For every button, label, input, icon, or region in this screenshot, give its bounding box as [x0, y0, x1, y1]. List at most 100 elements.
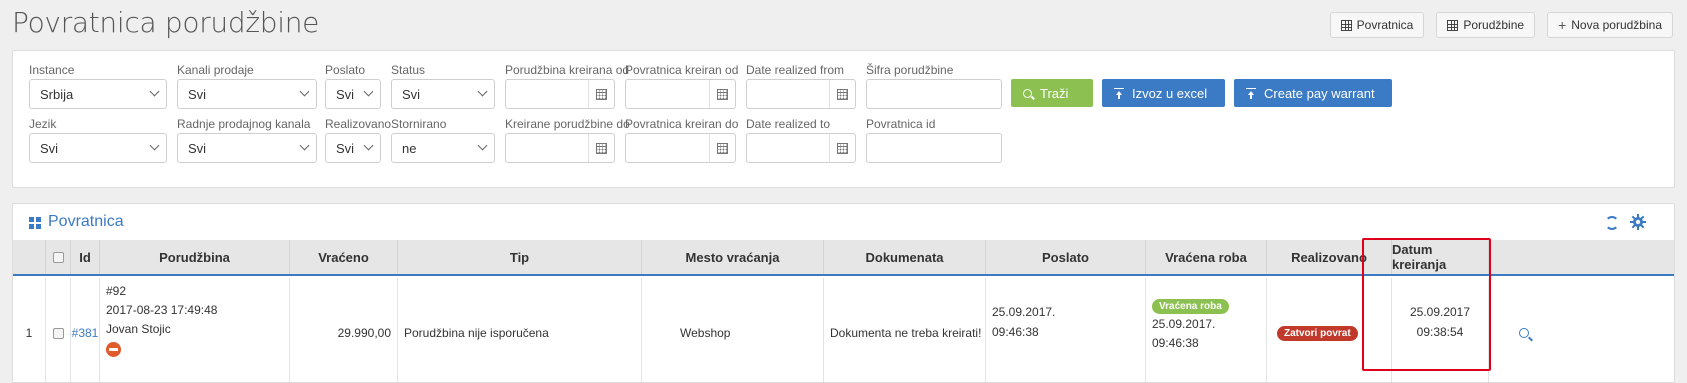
chevron-down-icon [363, 86, 374, 97]
porudzbine-button-label: Porudžbine [1463, 18, 1525, 32]
stornirano-label: Stornirano [391, 117, 447, 131]
izvoz-excel-button[interactable]: Izvoz u excel [1102, 79, 1225, 107]
sifra-porudzbine-input[interactable] [866, 79, 1002, 109]
povratnica-kreiran-od-input[interactable] [625, 79, 736, 109]
realizovano-select[interactable]: Svi [325, 133, 381, 163]
jezik-value: Svi [40, 140, 59, 156]
select-all-checkbox[interactable] [52, 251, 64, 263]
status-value: Svi [402, 86, 421, 102]
instance-select[interactable]: Srbija [29, 79, 167, 109]
stornirano-select[interactable]: ne [391, 133, 495, 163]
row-mesto: Webshop [642, 278, 824, 382]
chevron-down-icon [149, 86, 160, 97]
calendar-icon[interactable] [709, 80, 735, 108]
instance-label: Instance [29, 63, 75, 77]
header-datum-kreiranja[interactable]: Datum kreiranja [1392, 240, 1489, 274]
jezik-label: Jezik [29, 117, 57, 131]
povratnica-id-label: Povratnica id [866, 117, 936, 131]
order-number: #92 [106, 284, 127, 298]
calendar-icon[interactable] [829, 80, 855, 108]
header-mesto[interactable]: Mesto vraćanja [642, 240, 824, 274]
povratnica-kreiran-od-label: Povratnica kreiran od [625, 63, 739, 77]
row-num: 1 [13, 278, 46, 382]
row-checkbox[interactable] [52, 327, 64, 339]
povratnica-table-panel: Povratnica Id Porudžbina Vraćeno Tip Mes… [12, 203, 1675, 383]
calendar-icon[interactable] [829, 134, 855, 162]
sifra-porudzbine-label: Šifra porudžbine [866, 63, 954, 77]
trazi-button[interactable]: Traži [1011, 79, 1093, 107]
row-actions-cell [1489, 278, 1674, 382]
header-vraceno[interactable]: Vraćeno [290, 240, 398, 274]
refresh-icon[interactable] [1605, 216, 1619, 230]
chevron-down-icon [149, 140, 160, 151]
header-id[interactable]: Id [71, 240, 100, 274]
poslato-date: 25.09.2017. [992, 305, 1056, 319]
nova-porudzbina-button[interactable]: + Nova porudžbina [1547, 12, 1673, 38]
table-header: Id Porudžbina Vraćeno Tip Mesto vraćanja… [13, 240, 1674, 276]
realizovano-label: Realizovano [325, 117, 392, 131]
chevron-down-icon [477, 140, 488, 151]
header-porudzbina[interactable]: Porudžbina [100, 240, 290, 274]
row-porudzbina-cell: #92 2017-08-23 17:49:48 Jovan Stojic [100, 278, 290, 382]
vracena-time: 09:46:38 [1152, 336, 1199, 350]
search-icon [1023, 88, 1032, 98]
page-title: Povratnica porudžbine [12, 6, 320, 39]
kreirane-porudzbine-do-input[interactable] [505, 133, 615, 163]
povratnica-button[interactable]: Povratnica [1329, 12, 1425, 38]
porudzbina-kreirana-od-input[interactable] [505, 79, 615, 109]
porudzbine-button[interactable]: Porudžbine [1436, 12, 1536, 38]
upload-icon [1114, 87, 1124, 99]
kanali-prodaje-label: Kanali prodaje [177, 63, 254, 77]
row-tip: Porudžbina nije isporučena [398, 278, 642, 382]
row-datum-cell: 25.09.2017 09:38:54 [1392, 278, 1489, 382]
customer-name: Jovan Stojic [106, 322, 171, 336]
row-vraceno: 29.990,00 [290, 278, 398, 382]
povratnica-id-input[interactable] [866, 133, 1002, 163]
header-dokumenata[interactable]: Dokumenata [824, 240, 986, 274]
top-actions: Povratnica Porudžbine + Nova porudžbina [1329, 12, 1673, 38]
kreirane-porudzbine-do-label: Kreirane porudžbine do [505, 117, 630, 131]
poslato-value: Svi [336, 86, 355, 102]
stornirano-value: ne [402, 140, 417, 156]
kanali-prodaje-value: Svi [188, 86, 207, 102]
gear-icon[interactable] [1630, 214, 1646, 230]
povratnica-button-label: Povratnica [1356, 18, 1414, 32]
header-poslato[interactable]: Poslato [986, 240, 1146, 274]
minus-circle-icon[interactable] [106, 342, 121, 357]
date-realized-from-label: Date realized from [746, 63, 845, 77]
grid-icon [29, 217, 41, 229]
search-icon[interactable] [1519, 328, 1529, 338]
trazi-label: Traži [1040, 85, 1069, 101]
calendar-icon[interactable] [709, 134, 735, 162]
date-realized-to-input[interactable] [746, 133, 856, 163]
zatvori-povrat-button[interactable]: Zatvori povrat [1277, 325, 1358, 341]
row-realizovano-cell: Zatvori povrat [1267, 278, 1392, 382]
date-realized-from-input[interactable] [746, 79, 856, 109]
pay-warrant-label: Create pay warrant [1264, 85, 1375, 101]
radnje-prodajnog-kanala-select[interactable]: Svi [177, 133, 317, 163]
header-select-all [46, 240, 71, 274]
jezik-select[interactable]: Svi [29, 133, 167, 163]
radnje-prodajnog-kanala-label: Radnje prodajnog kanala [177, 117, 311, 131]
chevron-down-icon [299, 86, 310, 97]
header-vracena-roba[interactable]: Vraćena roba [1146, 240, 1267, 274]
radnje-value: Svi [188, 140, 207, 156]
header-tip[interactable]: Tip [398, 240, 642, 274]
calendar-icon[interactable] [588, 134, 614, 162]
header-num [13, 240, 46, 274]
table-title: Povratnica [48, 213, 124, 230]
calendar-icon[interactable] [588, 80, 614, 108]
instance-value: Srbija [40, 86, 74, 102]
grid-icon [1340, 19, 1352, 31]
kanali-prodaje-select[interactable]: Svi [177, 79, 317, 109]
chevron-down-icon [477, 86, 488, 97]
header-realizovano[interactable]: Realizovano [1267, 240, 1392, 274]
create-pay-warrant-button[interactable]: Create pay warrant [1234, 79, 1392, 107]
header-actions [1489, 240, 1674, 274]
poslato-select[interactable]: Svi [325, 79, 381, 109]
status-select[interactable]: Svi [391, 79, 495, 109]
povratnica-kreiran-do-input[interactable] [625, 133, 736, 163]
row-id-link[interactable]: #381 [72, 326, 99, 340]
upload-icon [1246, 87, 1256, 99]
row-dokumenata: Dokumenta ne treba kreirati! [824, 278, 986, 382]
